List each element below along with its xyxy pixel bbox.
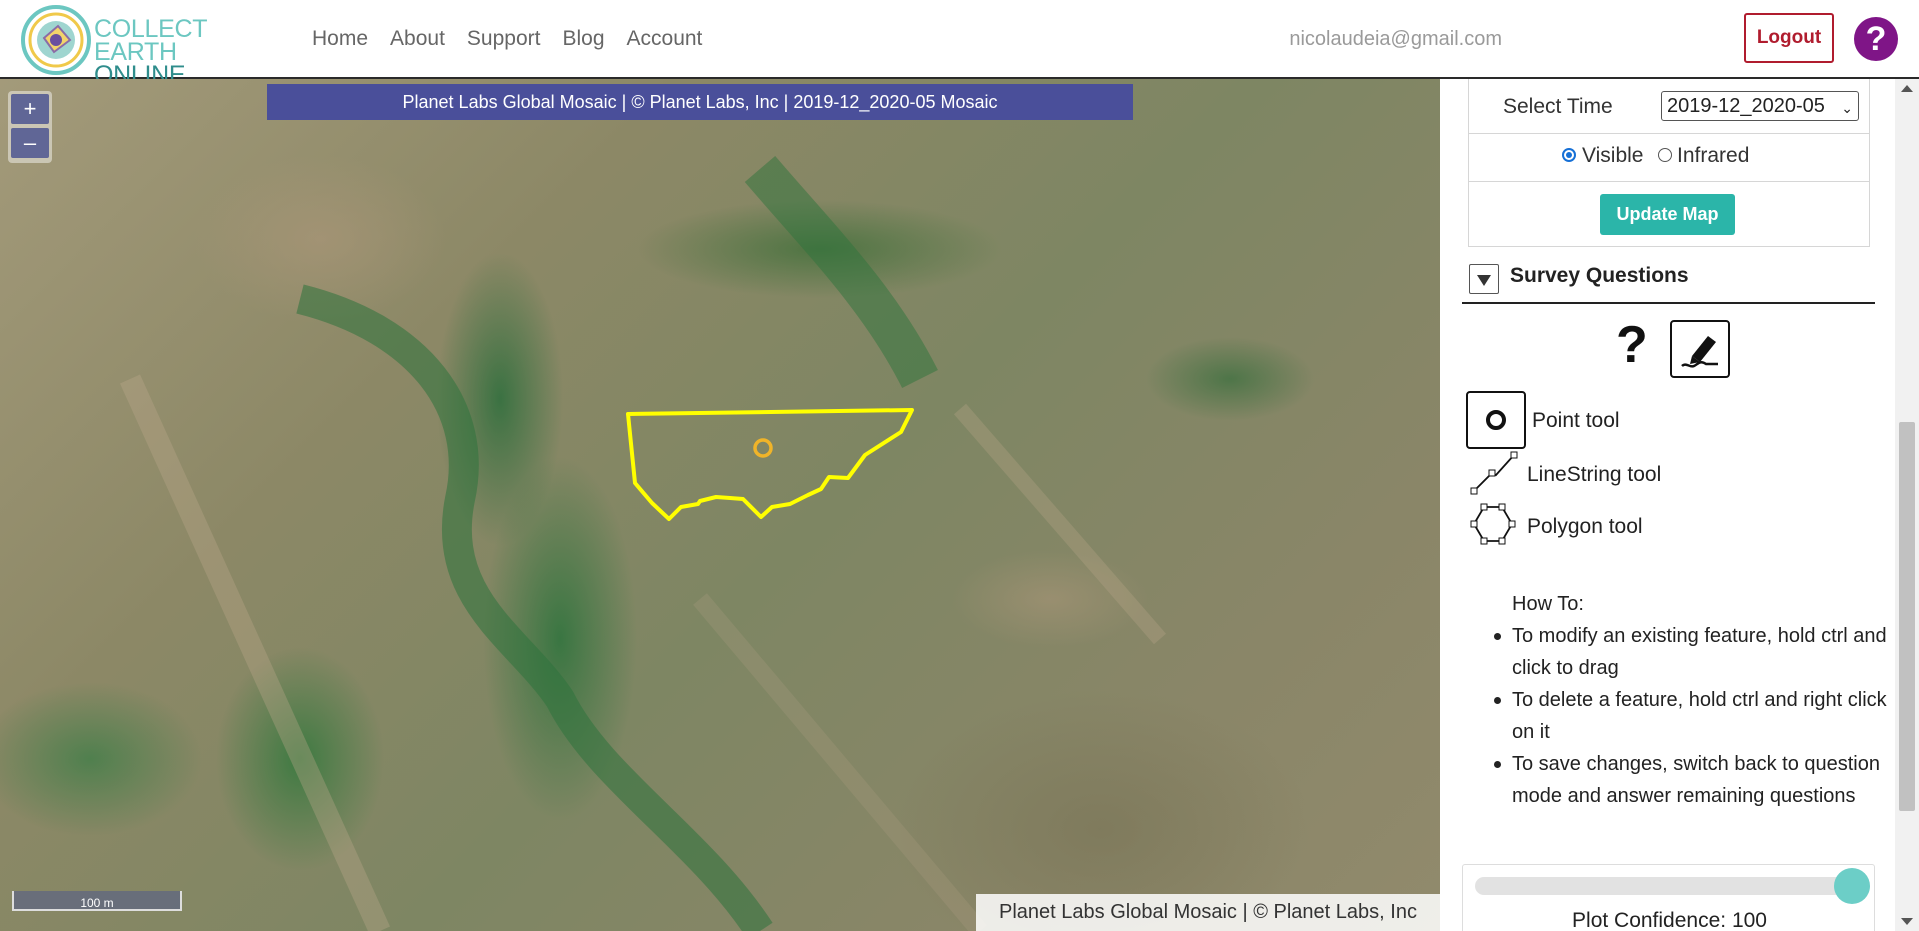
- navbar: COLLECT EARTH ONLINE Home About Support …: [0, 0, 1919, 88]
- survey-questions-header: Survey Questions: [1462, 254, 1875, 304]
- how-to-title: How To:: [1512, 593, 1584, 615]
- zoom-out-button[interactable]: –: [11, 128, 49, 158]
- survey-title: Survey Questions: [1510, 264, 1689, 287]
- question-mode-help-icon[interactable]: ?: [1616, 319, 1648, 371]
- visible-label: Visible: [1582, 144, 1644, 167]
- logo-line1: COLLECT EARTH: [94, 15, 207, 66]
- polygon-tool-label: Polygon tool: [1527, 515, 1643, 538]
- map-view[interactable]: Planet Labs Global Mosaic | © Planet Lab…: [0, 79, 1440, 931]
- how-to-instructions: How To: To modify an existing feature, h…: [1494, 588, 1892, 812]
- infrared-label: Infrared: [1677, 144, 1750, 167]
- plot-confidence-label: Plot Confidence: 100: [1572, 909, 1767, 931]
- update-map-button[interactable]: Update Map: [1600, 194, 1735, 235]
- earth-logo-icon: [21, 5, 91, 75]
- infrared-radio[interactable]: [1658, 148, 1672, 162]
- drawn-polygon[interactable]: [626, 408, 914, 521]
- plot-center-marker: [753, 438, 773, 458]
- time-row: Select Time 2019-12_2020-05 ⌄: [1469, 79, 1869, 134]
- how-to-item: To save changes, switch back to question…: [1494, 748, 1892, 812]
- plot-confidence-panel: Plot Confidence: 100: [1462, 864, 1875, 931]
- slider-handle[interactable]: [1834, 868, 1870, 904]
- collapse-toggle-icon[interactable]: [1469, 264, 1499, 294]
- polygon-tool[interactable]: Polygon tool: [1466, 497, 1886, 557]
- how-to-list: To modify an existing feature, hold ctrl…: [1494, 620, 1892, 812]
- nav-links: Home About Support Blog Account: [312, 27, 724, 51]
- pencil-icon: [1681, 336, 1718, 368]
- time-select[interactable]: 2019-12_2020-05 ⌄: [1661, 91, 1859, 121]
- point-tool[interactable]: Point tool: [1466, 391, 1886, 451]
- chevron-down-icon: ⌄: [1841, 100, 1853, 116]
- app-logo[interactable]: COLLECT EARTH ONLINE: [20, 4, 280, 88]
- imagery-options: Select Time 2019-12_2020-05 ⌄ Visible In…: [1468, 79, 1870, 247]
- user-email: nicolaudeia@gmail.com: [1289, 28, 1502, 50]
- scrollbar-thumb[interactable]: [1899, 422, 1915, 811]
- linestring-tool[interactable]: LineString tool: [1466, 445, 1886, 505]
- imagery-attribution-banner: Planet Labs Global Mosaic | © Planet Lab…: [267, 84, 1133, 120]
- time-select-value: 2019-12_2020-05: [1667, 95, 1825, 117]
- sidebar: Select Time 2019-12_2020-05 ⌄ Visible In…: [1440, 79, 1919, 931]
- scroll-down-icon[interactable]: [1901, 918, 1913, 925]
- scroll-up-icon[interactable]: [1901, 85, 1913, 92]
- nav-blog[interactable]: Blog: [562, 27, 604, 51]
- nav-home[interactable]: Home: [312, 27, 368, 51]
- how-to-item: To delete a feature, hold ctrl and right…: [1494, 684, 1892, 748]
- zoom-in-button[interactable]: +: [11, 94, 49, 124]
- help-icon[interactable]: ?: [1854, 17, 1898, 61]
- nav-about[interactable]: About: [390, 27, 445, 51]
- nav-support[interactable]: Support: [467, 27, 541, 51]
- how-to-item: To modify an existing feature, hold ctrl…: [1494, 620, 1892, 684]
- logout-button[interactable]: Logout: [1744, 13, 1834, 63]
- polygon-icon: [1466, 497, 1526, 555]
- nav-account[interactable]: Account: [627, 27, 703, 51]
- map-feature-layer: [119, 155, 1167, 931]
- sidebar-scrollbar[interactable]: [1895, 79, 1919, 931]
- select-time-label: Select Time: [1503, 95, 1613, 118]
- scale-bar: 100 m: [12, 891, 182, 911]
- logo-text: COLLECT EARTH ONLINE: [94, 15, 280, 88]
- zoom-controls: + –: [8, 91, 52, 163]
- point-tool-label: Point tool: [1532, 409, 1620, 432]
- plot-confidence-slider[interactable]: [1475, 877, 1863, 895]
- map-attribution: Planet Labs Global Mosaic | © Planet Lab…: [976, 894, 1440, 931]
- draw-mode-button[interactable]: [1670, 320, 1730, 378]
- linestring-tool-label: LineString tool: [1527, 463, 1662, 486]
- band-row: Visible Infrared: [1469, 133, 1869, 182]
- linestring-icon: [1466, 445, 1526, 503]
- visible-radio[interactable]: [1562, 148, 1576, 162]
- point-icon: [1466, 391, 1526, 449]
